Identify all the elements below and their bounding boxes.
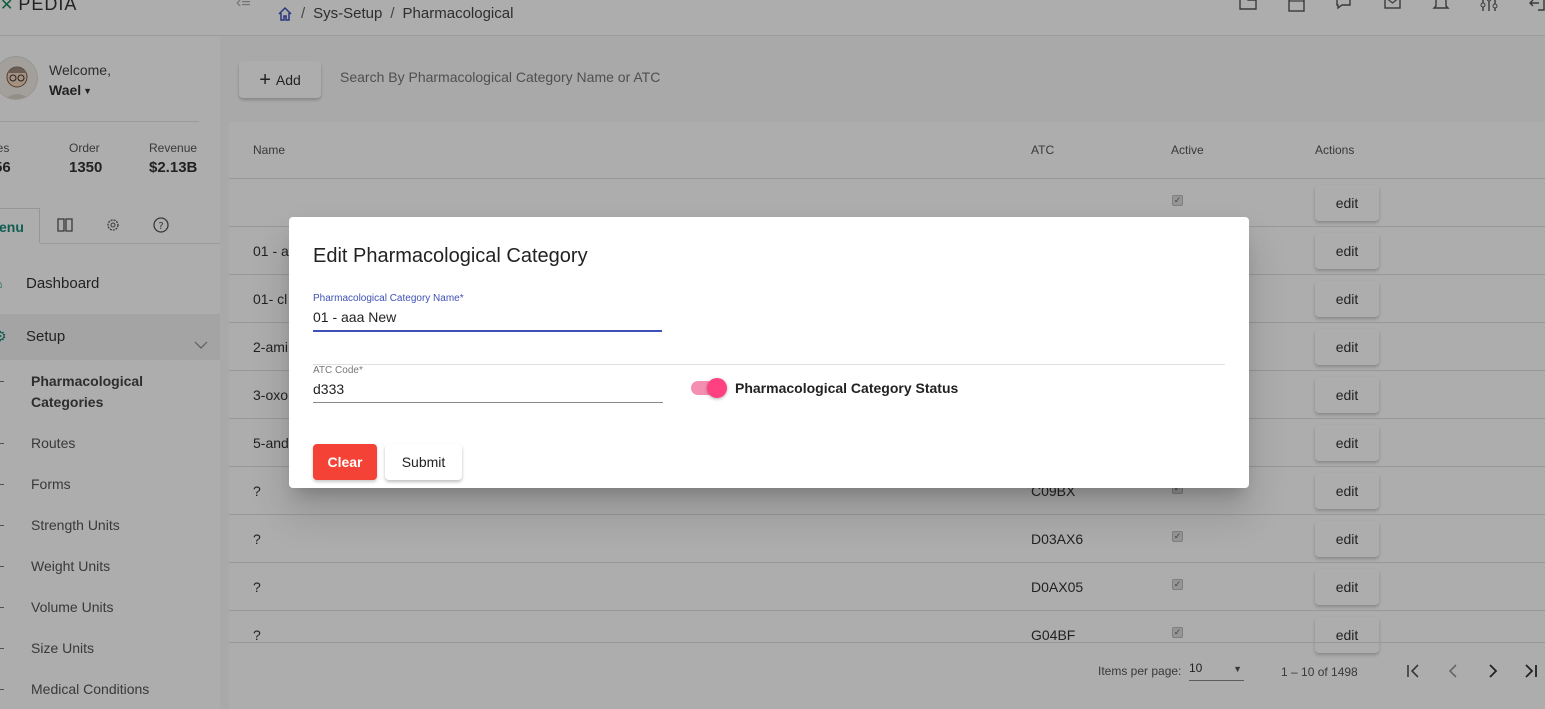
toggle-thumb [707,378,727,398]
clear-button[interactable]: Clear [313,444,377,480]
category-name-input[interactable] [313,309,662,332]
atc-code-input[interactable] [313,381,663,403]
dialog-title: Edit Pharmacological Category [313,245,588,267]
edit-category-dialog: Edit Pharmacological Category Pharmacolo… [289,217,1249,488]
atc-code-label: ATC Code* [313,365,363,376]
category-status-toggle[interactable] [691,378,727,398]
category-status-label: Pharmacological Category Status [735,380,959,396]
divider [313,364,1225,365]
submit-button[interactable]: Submit [385,444,462,480]
category-name-label: Pharmacological Category Name* [313,293,464,304]
